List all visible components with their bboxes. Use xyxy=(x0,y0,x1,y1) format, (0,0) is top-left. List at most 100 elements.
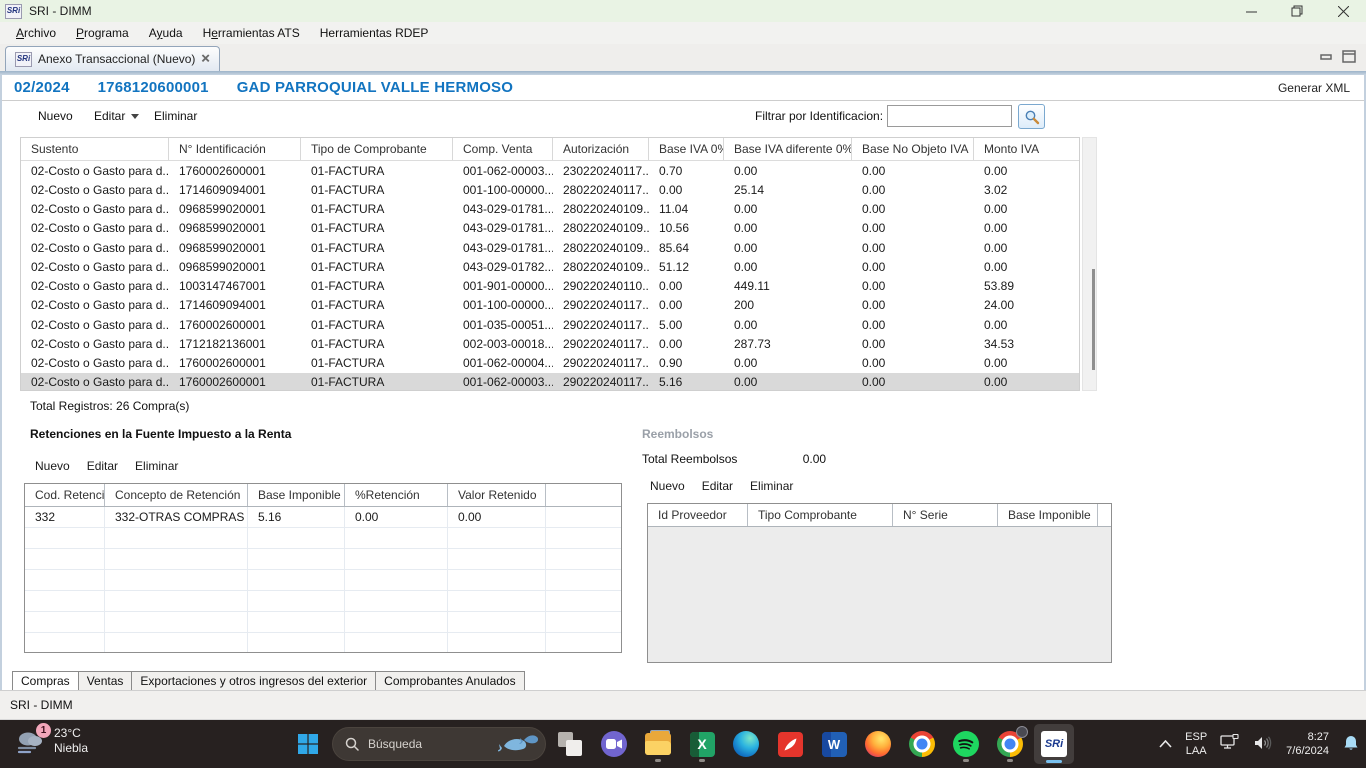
notification-bell-icon[interactable] xyxy=(1342,734,1360,755)
start-button[interactable] xyxy=(288,724,328,764)
column-header[interactable]: %Retención xyxy=(345,484,448,506)
table-cell: 3.02 xyxy=(974,180,1079,199)
table-cell: 53.89 xyxy=(974,277,1079,296)
table-row[interactable]: 02-Costo o Gasto para d...09685990200010… xyxy=(21,200,1079,219)
reemb-editar-button[interactable]: Editar xyxy=(702,479,733,493)
nuevo-button[interactable]: Nuevo xyxy=(38,109,73,123)
table-cell: 290220240117... xyxy=(553,354,649,373)
table-row[interactable]: 02-Costo o Gasto para d...09685990200010… xyxy=(21,257,1079,276)
reemb-nuevo-button[interactable]: Nuevo xyxy=(650,479,685,493)
menu-programa[interactable]: Programa xyxy=(66,23,139,43)
vertical-scrollbar[interactable] xyxy=(1082,137,1097,391)
table-row[interactable]: 02-Costo o Gasto para d...17600026000010… xyxy=(21,315,1079,334)
firefox-app[interactable] xyxy=(858,724,898,764)
search-button[interactable] xyxy=(1018,104,1045,129)
table-row[interactable]: 02-Costo o Gasto para d...17600026000010… xyxy=(21,161,1079,180)
ret-editar-button[interactable]: Editar xyxy=(87,459,118,473)
sri-dimm-app[interactable]: SRi xyxy=(1034,724,1074,764)
column-header[interactable]: N° Identificación xyxy=(169,138,301,160)
column-header[interactable]: Sustento xyxy=(21,138,169,160)
menu-herramientas-ats[interactable]: Herramientas ATS xyxy=(193,23,310,43)
column-header[interactable]: N° Serie xyxy=(893,504,998,526)
table-row[interactable]: 02-Costo o Gasto para d...17146090940010… xyxy=(21,180,1079,199)
column-header[interactable]: Autorización xyxy=(553,138,649,160)
network-icon[interactable] xyxy=(1220,734,1240,754)
taskbar-search[interactable]: Búsqueda xyxy=(332,727,546,761)
table-row[interactable]: 02-Costo o Gasto para d...17121821360010… xyxy=(21,334,1079,353)
editor-tab-bar: SRi Anexo Transaccional (Nuevo) ❌︎ xyxy=(0,44,1366,71)
column-header[interactable]: Base No Objeto IVA xyxy=(852,138,974,160)
video-chat-app[interactable] xyxy=(594,724,634,764)
menu-herramientas-rdep[interactable]: Herramientas RDEP xyxy=(310,23,439,43)
file-explorer-app[interactable] xyxy=(638,724,678,764)
minimize-view-icon[interactable] xyxy=(1319,51,1333,65)
restore-icon[interactable] xyxy=(1274,0,1320,22)
table-cell: 332-OTRAS COMPRAS DE BIE... xyxy=(105,507,248,527)
clock[interactable]: 8:27 7/6/2024 xyxy=(1286,730,1329,759)
column-header[interactable]: Monto IVA xyxy=(974,138,1079,160)
chrome-app[interactable] xyxy=(902,724,942,764)
ret-eliminar-button[interactable]: Eliminar xyxy=(135,459,178,473)
table-row[interactable] xyxy=(25,570,621,591)
minimize-icon[interactable] xyxy=(1228,0,1274,22)
table-row[interactable]: 02-Costo o Gasto para d...09685990200010… xyxy=(21,238,1079,257)
table-cell xyxy=(546,528,621,548)
filter-input[interactable] xyxy=(887,105,1012,127)
table-row[interactable]: 02-Costo o Gasto para d...09685990200010… xyxy=(21,219,1079,238)
menu-archivo[interactable]: Archivo xyxy=(6,23,66,43)
table-row[interactable]: 02-Costo o Gasto para d...10031474670010… xyxy=(21,277,1079,296)
task-view-button[interactable] xyxy=(550,724,590,764)
tab-anexo-transaccional[interactable]: SRi Anexo Transaccional (Nuevo) ❌︎ xyxy=(5,46,220,71)
tab-compras[interactable]: Compras xyxy=(12,671,79,692)
editar-button[interactable]: Editar xyxy=(94,109,139,123)
tray-chevron-icon[interactable] xyxy=(1159,737,1172,751)
close-icon[interactable] xyxy=(1320,0,1366,22)
column-header[interactable]: Id Proveedor xyxy=(648,504,748,526)
table-cell: 280220240109... xyxy=(553,219,649,238)
language-indicator[interactable]: ESP LAA xyxy=(1185,730,1207,759)
column-header[interactable]: Base IVA 0% xyxy=(649,138,724,160)
tab-ventas[interactable]: Ventas xyxy=(78,671,133,692)
column-header[interactable]: Tipo Comprobante xyxy=(748,504,893,526)
table-cell: 0.00 xyxy=(852,354,974,373)
table-row[interactable] xyxy=(25,591,621,612)
generar-xml-button[interactable]: Generar XML xyxy=(1278,81,1350,95)
column-header[interactable]: Base Imponible xyxy=(998,504,1098,526)
word-app[interactable]: W xyxy=(814,724,854,764)
menu-ayuda[interactable]: Ayuda xyxy=(139,23,193,43)
weather-widget[interactable]: 1 23°C Niebla xyxy=(8,724,94,758)
maximize-view-icon[interactable] xyxy=(1342,50,1356,66)
column-header[interactable]: Concepto de Retención xyxy=(105,484,248,506)
reembolsos-total: Total Reembolsos 0.00 xyxy=(642,452,826,466)
chrome-profile-app[interactable] xyxy=(990,724,1030,764)
column-header[interactable]: Comp. Venta xyxy=(453,138,553,160)
table-row[interactable] xyxy=(25,633,621,653)
column-header[interactable]: Valor Retenido xyxy=(448,484,546,506)
table-row[interactable] xyxy=(25,528,621,549)
table-row[interactable]: 02-Costo o Gasto para d...17600026000010… xyxy=(21,354,1079,373)
reemb-eliminar-button[interactable]: Eliminar xyxy=(750,479,793,493)
table-row[interactable]: 02-Costo o Gasto para d...17146090940010… xyxy=(21,296,1079,315)
pdf-reader-app[interactable] xyxy=(770,724,810,764)
edge-app[interactable] xyxy=(726,724,766,764)
table-cell: 0.00 xyxy=(852,180,974,199)
table-row[interactable]: 02-Costo o Gasto para d...17600026000010… xyxy=(21,373,1079,391)
table-row[interactable]: 332332-OTRAS COMPRAS DE BIE...5.160.000.… xyxy=(25,507,621,528)
column-header[interactable]: Tipo de Comprobante xyxy=(301,138,453,160)
table-row[interactable] xyxy=(25,549,621,570)
scrollbar-thumb[interactable] xyxy=(1092,269,1095,370)
ret-nuevo-button[interactable]: Nuevo xyxy=(35,459,70,473)
column-header[interactable]: Cod. Retención xyxy=(25,484,105,506)
table-row[interactable] xyxy=(25,612,621,633)
table-cell: 290220240117... xyxy=(553,315,649,334)
eliminar-button[interactable]: Eliminar xyxy=(154,109,197,123)
column-header[interactable]: Base IVA diferente 0% xyxy=(724,138,852,160)
tab-comprobantes-anulados[interactable]: Comprobantes Anulados xyxy=(375,671,524,692)
tab-close-icon[interactable]: ❌︎ xyxy=(201,54,209,65)
column-header[interactable]: Base Imponible xyxy=(248,484,345,506)
tab-exportaciones[interactable]: Exportaciones y otros ingresos del exter… xyxy=(131,671,376,692)
spotify-app[interactable] xyxy=(946,724,986,764)
table-cell: 02-Costo o Gasto para d... xyxy=(21,238,169,257)
excel-app[interactable]: X xyxy=(682,724,722,764)
volume-icon[interactable] xyxy=(1253,735,1273,754)
